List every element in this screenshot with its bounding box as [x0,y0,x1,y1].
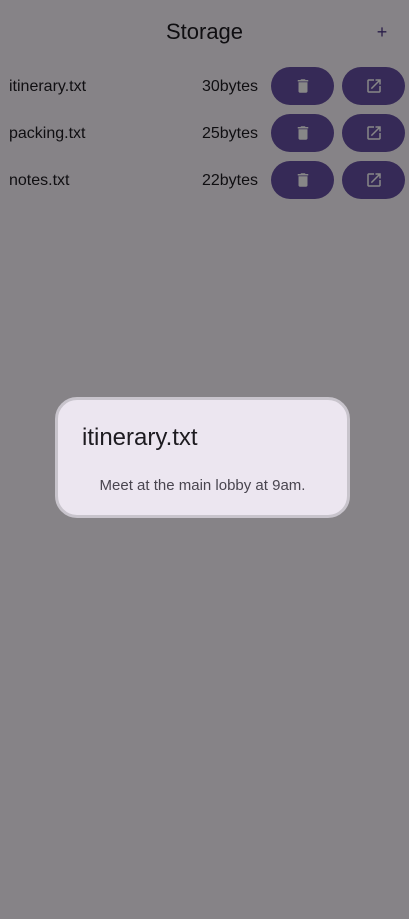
dialog-title: itinerary.txt [82,424,198,451]
file-dialog: itinerary.txt Meet at the main lobby at … [55,397,350,518]
dialog-body: Meet at the main lobby at 9am. [99,477,306,494]
